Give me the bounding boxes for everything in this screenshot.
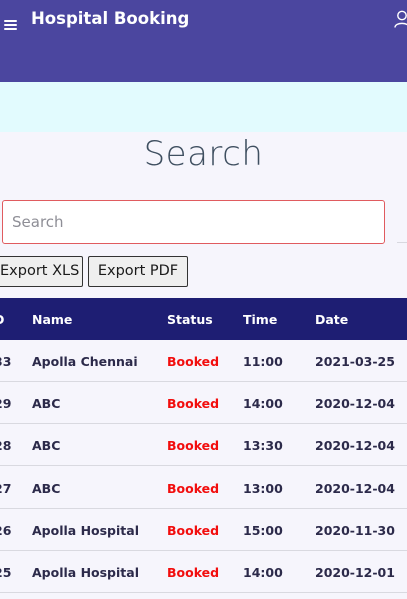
cell-date: 2021-03-25: [315, 354, 395, 369]
search-input[interactable]: [2, 200, 385, 244]
cell-id: 25: [0, 565, 12, 580]
app-header: Hospital Booking: [0, 0, 407, 82]
info-banner: [0, 82, 407, 132]
cell-name: ABC: [32, 438, 61, 453]
cell-time: 14:00: [243, 396, 283, 411]
table-row[interactable]: 33 Apolla Chennai Booked 11:00 2021-03-2…: [0, 340, 407, 382]
column-header-id[interactable]: D: [0, 312, 4, 327]
cell-time: 13:00: [243, 481, 283, 496]
cell-id: 27: [0, 481, 12, 496]
status-badge: Booked: [167, 396, 220, 411]
cell-date: 2020-11-30: [315, 523, 395, 538]
column-header-date[interactable]: Date: [315, 312, 348, 327]
cell-name: Apolla Hospital: [32, 565, 139, 580]
status-badge: Booked: [167, 354, 220, 369]
divider: [397, 242, 407, 243]
cell-date: 2020-12-01: [315, 565, 395, 580]
cell-name: ABC: [32, 396, 61, 411]
cell-time: 11:00: [243, 354, 283, 369]
table-row[interactable]: 26 Apolla Hospital Booked 15:00 2020-11-…: [0, 509, 407, 551]
cell-time: 14:00: [243, 565, 283, 580]
export-xls-button[interactable]: Export XLS: [0, 256, 83, 287]
cell-date: 2020-12-04: [315, 396, 395, 411]
export-pdf-button[interactable]: Export PDF: [88, 256, 188, 287]
table-row[interactable]: 27 ABC Booked 13:00 2020-12-04: [0, 467, 407, 509]
status-badge: Booked: [167, 481, 220, 496]
cell-time: 13:30: [243, 438, 283, 453]
cell-id: 28: [0, 438, 12, 453]
status-badge: Booked: [167, 523, 220, 538]
cell-name: ABC: [32, 481, 61, 496]
column-header-time[interactable]: Time: [243, 312, 277, 327]
cell-id: 33: [0, 354, 12, 369]
table-header: D Name Status Time Date: [0, 298, 407, 340]
table-row[interactable]: 28 ABC Booked 13:30 2020-12-04: [0, 424, 407, 466]
cell-id: 29: [0, 396, 12, 411]
page-title: Search: [143, 134, 264, 174]
table-row[interactable]: 29 ABC Booked 14:00 2020-12-04: [0, 382, 407, 424]
column-header-status[interactable]: Status: [167, 312, 213, 327]
hamburger-menu-icon[interactable]: [4, 19, 17, 31]
cell-time: 15:00: [243, 523, 283, 538]
cell-id: 26: [0, 523, 12, 538]
app-title: Hospital Booking: [31, 9, 190, 28]
status-badge: Booked: [167, 438, 220, 453]
cell-name: Apolla Hospital: [32, 523, 139, 538]
cell-date: 2020-12-04: [315, 438, 395, 453]
column-header-name[interactable]: Name: [32, 312, 72, 327]
table-row[interactable]: 25 Apolla Hospital Booked 14:00 2020-12-…: [0, 551, 407, 593]
cell-date: 2020-12-04: [315, 481, 395, 496]
status-badge: Booked: [167, 565, 220, 580]
user-profile-icon[interactable]: [394, 10, 407, 28]
cell-name: Apolla Chennai: [32, 354, 138, 369]
